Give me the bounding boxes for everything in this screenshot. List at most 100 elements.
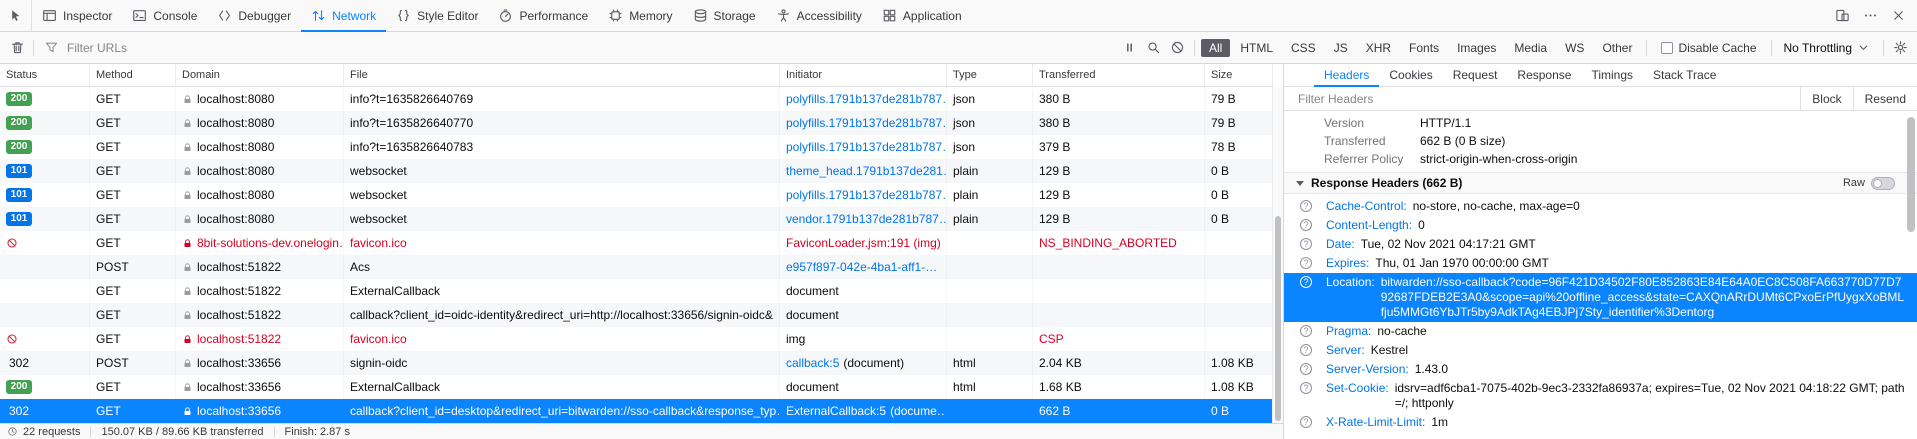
scrollbar-thumb[interactable] xyxy=(1275,216,1281,421)
filter-html[interactable]: HTML xyxy=(1232,39,1281,57)
element-picker-button[interactable] xyxy=(0,0,32,31)
help-icon[interactable]: ? xyxy=(1300,238,1312,250)
detail-tab-headers[interactable]: Headers xyxy=(1314,64,1379,86)
tab-style-editor[interactable]: Style Editor xyxy=(386,0,488,31)
help-icon[interactable]: ? xyxy=(1300,344,1312,356)
filter-images[interactable]: Images xyxy=(1449,39,1504,57)
column-header-type[interactable]: Type xyxy=(947,64,1033,86)
table-row[interactable]: 101GETlocalhost:8080websocketvendor.1791… xyxy=(0,207,1273,231)
table-row[interactable]: GETlocalhost:51822favicon.icoimgCSP xyxy=(0,327,1273,351)
vertical-scrollbar[interactable] xyxy=(1272,87,1283,423)
table-row[interactable]: 302POSTlocalhost:33656signin-oidccallbac… xyxy=(0,351,1273,375)
request-blocking-button[interactable] xyxy=(1166,36,1190,60)
clear-requests-button[interactable] xyxy=(5,36,29,60)
column-header-size[interactable]: Size xyxy=(1205,64,1273,86)
table-row[interactable]: 200GETlocalhost:8080info?t=1635826640783… xyxy=(0,135,1273,159)
help-icon[interactable]: ? xyxy=(1300,257,1312,269)
search-button[interactable] xyxy=(1142,36,1166,60)
table-row[interactable]: 302GETlocalhost:33656callback?client_id=… xyxy=(0,399,1273,423)
raw-toggle[interactable] xyxy=(1871,177,1895,190)
table-row[interactable]: 200GETlocalhost:8080info?t=1635826640770… xyxy=(0,111,1273,135)
tab-accessibility[interactable]: Accessibility xyxy=(766,0,872,31)
details-scrollbar-thumb[interactable] xyxy=(1907,117,1915,232)
detail-tab-response[interactable]: Response xyxy=(1507,64,1581,86)
initiator-link[interactable]: polyfills.1791b137de281b787… xyxy=(786,116,947,130)
filter-js[interactable]: JS xyxy=(1326,39,1356,57)
initiator-link[interactable]: polyfills.1791b137de281b787… xyxy=(786,188,947,202)
network-settings-button[interactable] xyxy=(1888,36,1912,60)
block-button[interactable]: Block xyxy=(1800,87,1852,110)
filter-ws[interactable]: WS xyxy=(1557,39,1592,57)
initiator-link[interactable]: polyfills.1791b137de281b787… xyxy=(786,92,947,106)
pause-recording-button[interactable] xyxy=(1118,36,1142,60)
header-row[interactable]: ?Content-Length:0 xyxy=(1284,216,1917,235)
detail-tab-cookies[interactable]: Cookies xyxy=(1379,64,1442,86)
help-icon[interactable]: ? xyxy=(1300,416,1312,428)
filter-all[interactable]: All xyxy=(1201,39,1230,57)
tab-network[interactable]: Network xyxy=(301,0,386,31)
table-row[interactable]: GET8bit-solutions-dev.onelogin…favicon.i… xyxy=(0,231,1273,255)
tab-performance[interactable]: Performance xyxy=(488,0,598,31)
initiator-link[interactable]: polyfills.1791b137de281b787… xyxy=(786,140,947,154)
meatball-menu-button[interactable] xyxy=(1857,4,1883,28)
help-icon[interactable]: ? xyxy=(1300,200,1312,212)
help-icon[interactable]: ? xyxy=(1300,363,1312,375)
disable-cache-checkbox[interactable] xyxy=(1661,42,1673,54)
initiator-link[interactable]: e957f897-042e-4ba1-aff1-… xyxy=(786,260,937,274)
column-header-status[interactable]: Status xyxy=(0,64,90,86)
column-header-domain[interactable]: Domain xyxy=(176,64,344,86)
header-row[interactable]: ?Location:bitwarden://sso-callback?code=… xyxy=(1284,273,1917,322)
tab-inspector[interactable]: Inspector xyxy=(32,0,122,31)
tab-memory[interactable]: Memory xyxy=(598,0,682,31)
table-row[interactable]: 101GETlocalhost:8080websocketpolyfills.1… xyxy=(0,183,1273,207)
initiator-link[interactable]: theme_head.1791b137de281… xyxy=(786,164,947,178)
detail-tab-request[interactable]: Request xyxy=(1443,64,1508,86)
help-icon[interactable]: ? xyxy=(1300,219,1312,231)
table-row[interactable]: 101GETlocalhost:8080websockettheme_head.… xyxy=(0,159,1273,183)
header-row[interactable]: ?Server-Version:1.43.0 xyxy=(1284,360,1917,379)
table-row[interactable]: GETlocalhost:51822ExternalCallbackdocume… xyxy=(0,279,1273,303)
close-devtools-button[interactable] xyxy=(1885,4,1911,28)
disable-cache-option[interactable]: Disable Cache xyxy=(1661,41,1756,55)
performance-analysis-icon[interactable] xyxy=(7,426,18,437)
help-icon[interactable]: ? xyxy=(1300,325,1312,337)
column-header-initiator[interactable]: Initiator xyxy=(780,64,947,86)
help-icon[interactable]: ? xyxy=(1300,382,1312,394)
detail-tab-stack-trace[interactable]: Stack Trace xyxy=(1643,64,1726,86)
filter-fonts[interactable]: Fonts xyxy=(1401,39,1447,57)
initiator-link[interactable]: callback:5 xyxy=(786,356,839,370)
response-headers-section[interactable]: Response Headers (662 B) Raw xyxy=(1284,172,1917,194)
filter-media[interactable]: Media xyxy=(1506,39,1555,57)
table-row[interactable]: POSTlocalhost:51822Acse957f897-042e-4ba1… xyxy=(0,255,1273,279)
filter-headers-input[interactable] xyxy=(1284,87,1800,110)
tab-storage[interactable]: Storage xyxy=(683,0,766,31)
resend-button[interactable]: Resend xyxy=(1853,87,1917,110)
filter-xhr[interactable]: XHR xyxy=(1358,39,1399,57)
column-header-transferred[interactable]: Transferred xyxy=(1033,64,1205,86)
column-header-method[interactable]: Method xyxy=(90,64,176,86)
header-row[interactable]: ?Date:Tue, 02 Nov 2021 04:17:21 GMT xyxy=(1284,235,1917,254)
header-row[interactable]: ?X-Rate-Limit-Limit:1m xyxy=(1284,413,1917,432)
filter-css[interactable]: CSS xyxy=(1283,39,1324,57)
header-row[interactable]: ?Server:Kestrel xyxy=(1284,341,1917,360)
header-row[interactable]: ?Cache-Control:no-store, no-cache, max-a… xyxy=(1284,197,1917,216)
help-icon[interactable]: ? xyxy=(1300,276,1312,288)
close-icon xyxy=(1891,8,1906,23)
header-row[interactable]: ?Expires:Thu, 01 Jan 1970 00:00:00 GMT xyxy=(1284,254,1917,273)
tab-application[interactable]: Application xyxy=(872,0,972,31)
initiator-link[interactable]: ExternalCallback:5 xyxy=(786,404,886,418)
filter-urls-input[interactable] xyxy=(65,40,1112,56)
responsive-design-button[interactable] xyxy=(1829,4,1855,28)
table-row[interactable]: 200GETlocalhost:33656ExternalCallbackdoc… xyxy=(0,375,1273,399)
header-row[interactable]: ?Pragma:no-cache xyxy=(1284,322,1917,341)
table-row[interactable]: 200GETlocalhost:8080info?t=1635826640769… xyxy=(0,87,1273,111)
tab-console[interactable]: Console xyxy=(122,0,207,31)
header-row[interactable]: ?Set-Cookie:idsrv=adf6cba1-7075-402b-9ec… xyxy=(1284,379,1917,413)
table-row[interactable]: GETlocalhost:51822callback?client_id=oid… xyxy=(0,303,1273,327)
throttling-dropdown[interactable]: No Throttling xyxy=(1776,40,1879,55)
initiator-link[interactable]: vendor.1791b137de281b787… xyxy=(786,212,947,226)
tab-debugger[interactable]: Debugger xyxy=(207,0,301,31)
filter-other[interactable]: Other xyxy=(1594,39,1640,57)
column-header-file[interactable]: File xyxy=(344,64,780,86)
detail-tab-timings[interactable]: Timings xyxy=(1581,64,1643,86)
